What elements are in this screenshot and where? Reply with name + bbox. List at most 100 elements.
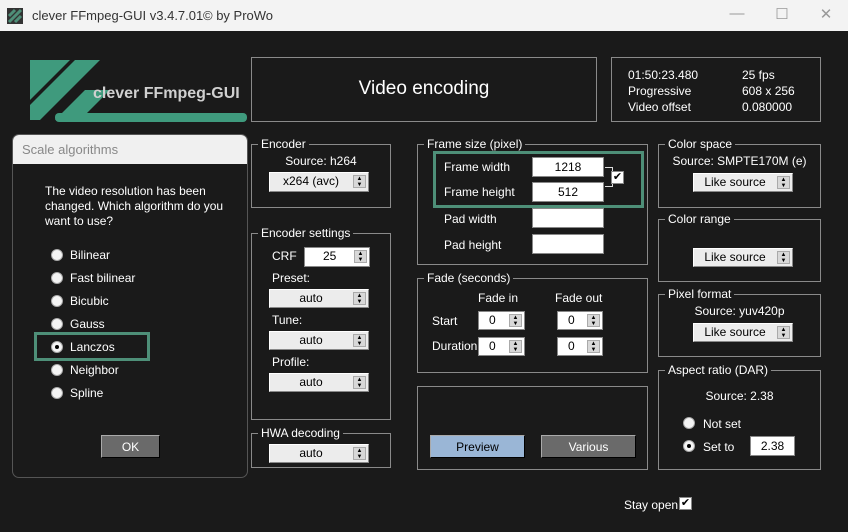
spin-arrows-icon[interactable]: ▲ ▼: [777, 176, 790, 189]
radio-label: Gauss: [70, 317, 105, 331]
info-offset-value: 0.080000: [742, 100, 793, 114]
info-resolution: 608 x 256: [742, 84, 795, 98]
fade-in-duration-spinner[interactable]: 0 ▲ ▼: [478, 337, 525, 356]
codec-select[interactable]: x264 (avc) ▲ ▼: [269, 172, 369, 192]
pixel-format-source: Source: yuv420p: [694, 304, 785, 318]
color-space-legend: Color space: [665, 137, 736, 151]
preset-select[interactable]: auto ▲ ▼: [269, 289, 369, 308]
crf-spinner[interactable]: 25 ▲ ▼: [304, 247, 370, 267]
fade-out-start-spinner[interactable]: 0 ▲ ▼: [557, 311, 603, 330]
radio-spline[interactable]: [51, 387, 63, 399]
radio-bicubic[interactable]: [51, 295, 63, 307]
radio-fast-bilinear[interactable]: [51, 272, 63, 284]
pixel-format-legend: Pixel format: [665, 287, 735, 301]
spin-arrows-icon[interactable]: ▲ ▼: [353, 334, 366, 347]
preset-value: auto: [299, 291, 323, 305]
fade-in-label: Fade in: [478, 291, 519, 305]
pad-width-label: Pad width: [444, 212, 497, 226]
aspect-ratio-group: Aspect ratio (DAR) Source: 2.38 Not set …: [658, 363, 821, 470]
fade-in-start-spinner[interactable]: 0 ▲ ▼: [478, 311, 525, 330]
pad-height-label: Pad height: [444, 238, 502, 252]
color-range-value: Like source: [704, 250, 766, 264]
radio-label: Bilinear: [70, 248, 111, 262]
set-to-label: Set to: [703, 440, 735, 454]
fade-out-start-value: 0: [568, 313, 575, 327]
info-fps: 25 fps: [742, 68, 775, 82]
frame-size-legend: Frame size (pixel): [424, 137, 526, 151]
spin-arrows-icon[interactable]: ▲ ▼: [587, 340, 600, 353]
keep-aspect-checkbox[interactable]: ✔: [611, 171, 624, 184]
hwa-select[interactable]: auto ▲ ▼: [269, 444, 369, 463]
radio-label: Spline: [70, 386, 104, 400]
pixel-format-select[interactable]: Like source ▲ ▼: [693, 323, 793, 342]
fade-legend: Fade (seconds): [424, 271, 514, 285]
radio-bilinear[interactable]: [51, 249, 63, 261]
spin-arrows-icon[interactable]: ▲ ▼: [353, 376, 366, 389]
spin-arrows-icon[interactable]: ▲ ▼: [353, 447, 366, 460]
spin-arrows-icon[interactable]: ▲ ▼: [353, 292, 366, 305]
spin-arrows-icon[interactable]: ▲ ▼: [353, 175, 366, 188]
fade-group: Fade (seconds) Fade in Fade out Start Du…: [417, 271, 648, 373]
radio-neighbor[interactable]: [51, 364, 63, 376]
profile-select[interactable]: auto ▲ ▼: [269, 373, 369, 392]
crf-label: CRF: [272, 249, 297, 263]
color-range-select[interactable]: Like source ▲ ▼: [693, 248, 793, 267]
frame-width-input[interactable]: 1218: [532, 157, 604, 177]
start-label: Start: [432, 314, 458, 328]
encoder-settings-legend: Encoder settings: [258, 226, 354, 240]
hwa-legend: HWA decoding: [258, 426, 343, 440]
header-panel: Video encoding: [251, 57, 597, 122]
maximize-button[interactable]: ☐: [767, 5, 797, 23]
hwa-value: auto: [299, 446, 323, 460]
spin-arrows-icon[interactable]: ▲ ▼: [509, 314, 522, 327]
profile-value: auto: [299, 375, 323, 389]
info-panel: 01:50:23.480 25 fps Progressive 608 x 25…: [611, 57, 821, 122]
app-icon: [7, 8, 23, 24]
pixel-format-group: Pixel format Source: yuv420p Like source…: [658, 287, 821, 357]
crf-value: 25: [323, 249, 337, 263]
aspect-ratio-legend: Aspect ratio (DAR): [665, 363, 772, 377]
frame-height-label: Frame height: [444, 185, 515, 199]
spin-arrows-icon[interactable]: ▲ ▼: [587, 314, 600, 327]
set-to-radio[interactable]: [683, 440, 695, 452]
minimize-button[interactable]: —: [722, 5, 752, 22]
not-set-label: Not set: [703, 417, 742, 431]
spin-arrows-icon[interactable]: ▲ ▼: [777, 326, 790, 339]
tune-value: auto: [299, 333, 323, 347]
close-button[interactable]: ✕: [811, 5, 841, 23]
dialog-title: Scale algorithms: [13, 135, 247, 164]
color-space-source: Source: SMPTE170M (e): [672, 154, 807, 168]
aspect-value-input[interactable]: 2.38: [750, 436, 795, 456]
spin-arrows-icon[interactable]: ▲ ▼: [354, 250, 367, 263]
pad-width-input[interactable]: [532, 208, 604, 228]
scale-algorithms-dialog: Scale algorithms The video resolution ha…: [12, 134, 248, 478]
spin-arrows-icon[interactable]: ▲ ▼: [509, 340, 522, 353]
fade-out-label: Fade out: [555, 291, 603, 305]
stay-open-checkbox[interactable]: ✔: [679, 497, 692, 510]
pad-height-input[interactable]: [532, 234, 604, 254]
profile-label: Profile:: [272, 355, 310, 369]
encoder-source: Source: h264: [285, 154, 357, 168]
frame-height-input[interactable]: 512: [532, 182, 604, 202]
various-button[interactable]: Various: [541, 435, 636, 458]
actions-group: Preview Various: [417, 386, 648, 470]
radio-label: Fast bilinear: [70, 271, 136, 285]
stay-open-label: Stay open: [624, 498, 679, 512]
pixel-format-value: Like source: [704, 325, 766, 339]
not-set-radio[interactable]: [683, 417, 695, 429]
radio-label: Bicubic: [70, 294, 109, 308]
title-bar: clever FFmpeg-GUI v3.4.7.01 © by ProWo —…: [0, 0, 848, 31]
fade-out-duration-spinner[interactable]: 0 ▲ ▼: [557, 337, 603, 356]
ok-button[interactable]: OK: [101, 435, 160, 458]
page-title: Video encoding: [358, 78, 490, 99]
duration-label: Duration: [432, 339, 478, 353]
preview-button[interactable]: Preview: [430, 435, 525, 458]
spin-arrows-icon[interactable]: ▲ ▼: [777, 251, 790, 264]
radio-gauss[interactable]: [51, 318, 63, 330]
info-offset-label: Video offset: [628, 100, 691, 114]
codec-value: x264 (avc): [282, 174, 340, 188]
info-scan: Progressive: [628, 84, 692, 98]
tune-label: Tune:: [272, 313, 303, 327]
color-space-select[interactable]: Like source ▲ ▼: [693, 173, 793, 192]
tune-select[interactable]: auto ▲ ▼: [269, 331, 369, 350]
